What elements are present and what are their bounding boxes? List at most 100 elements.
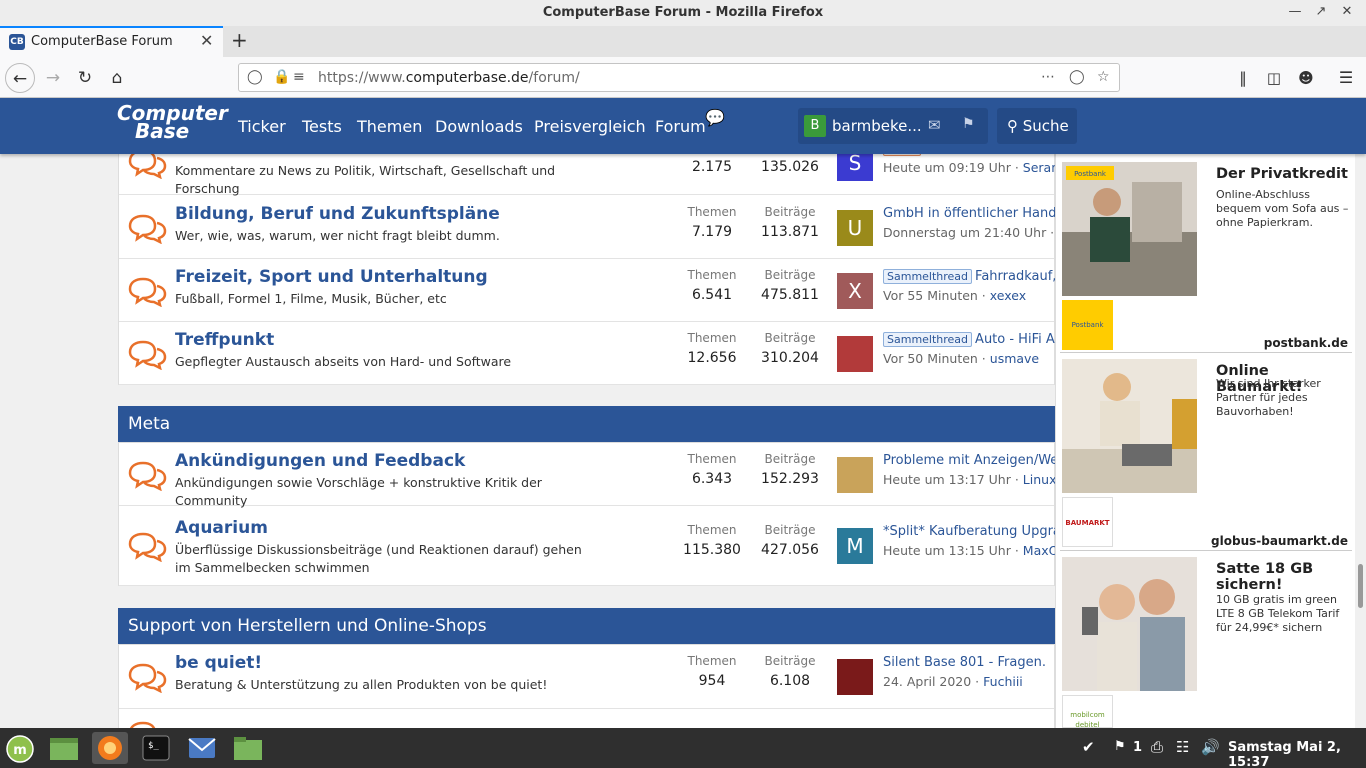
last-post-avatar[interactable]: X xyxy=(837,273,873,309)
printer-icon[interactable]: ⎙ xyxy=(1151,738,1163,756)
close-window-icon[interactable]: ✕ xyxy=(1336,0,1358,26)
nav-forum[interactable]: Forum xyxy=(655,117,706,136)
ad-postbank[interactable]: Postbank Postbank Der Privatkredit Onlin… xyxy=(1060,158,1352,353)
last-post-title-text[interactable]: *Split* Kaufberatung Upgrad... xyxy=(883,524,1055,539)
library-icon[interactable]: ‖ xyxy=(1228,63,1258,93)
last-post-time: Vor 55 Minuten · xyxy=(883,288,990,303)
forum-description: Beratung & Unterstützung zu allen Produk… xyxy=(175,677,548,692)
forum-title-link[interactable]: Treffpunkt xyxy=(175,330,274,350)
last-post-title-text[interactable]: Fahrradkauf, B... xyxy=(975,269,1055,284)
last-post-avatar[interactable]: M xyxy=(837,528,873,564)
network-icon[interactable]: ☷ xyxy=(1176,738,1189,756)
last-post-title[interactable]: Silent Base 801 - Fragen. xyxy=(883,655,1055,670)
last-post-title[interactable]: *Split* Kaufberatung Upgrad... xyxy=(883,524,1055,539)
page-scrollbar[interactable] xyxy=(1355,154,1366,728)
ad-globus-baumarkt[interactable]: BAUMARKT Online Baumarkt! Wir sind Ihr s… xyxy=(1060,355,1352,551)
favicon-icon: CB xyxy=(9,34,25,50)
forum-title-link[interactable]: be quiet! xyxy=(175,653,262,673)
nav-themen[interactable]: Themen xyxy=(357,117,422,136)
forum-bubble-icon xyxy=(127,663,167,694)
shield-check-icon[interactable]: ✔ xyxy=(1082,738,1095,756)
forum-list-top: News zu Politik und GesellschaftKommenta… xyxy=(118,139,1055,385)
beitraege-count: 427.056 xyxy=(761,542,819,558)
account-icon[interactable]: ☻ xyxy=(1291,63,1321,93)
last-post-title-text[interactable]: Probleme mit Anzeigen/Wer... xyxy=(883,453,1055,468)
volume-icon[interactable]: 🔊 xyxy=(1201,738,1220,756)
inbox-icon[interactable]: ✉ xyxy=(928,116,941,134)
minimize-icon[interactable]: — xyxy=(1284,0,1306,26)
ad-image-baumarkt xyxy=(1062,359,1197,493)
last-post-title-text[interactable]: GmbH in öffentlicher Hand - ... xyxy=(883,206,1055,221)
ad-mobilcom[interactable]: mobilcom debitel Satte 18 GB sichern! 10… xyxy=(1060,553,1352,729)
firefox-taskbar-icon[interactable] xyxy=(92,732,128,764)
notification-icon[interactable]: ⚑ xyxy=(1114,739,1126,754)
computerbase-logo[interactable]: Computer Base xyxy=(117,103,228,148)
forum-bubble-icon xyxy=(127,532,167,563)
mobilcom-logo: mobilcom debitel xyxy=(1062,695,1113,729)
forum-title-link[interactable]: Aquarium xyxy=(175,518,268,538)
forum-title-link[interactable]: Freizeit, Sport und Unterhaltung xyxy=(175,267,488,287)
pocket-icon[interactable]: ◯ xyxy=(1069,69,1085,85)
home-button[interactable]: ⌂ xyxy=(102,63,132,93)
last-post-avatar[interactable] xyxy=(837,659,873,695)
permissions-icon[interactable]: ≡ xyxy=(293,69,305,85)
ad-title: Der Privatkredit xyxy=(1216,166,1348,182)
file-manager-icon[interactable] xyxy=(230,732,266,764)
terminal-icon[interactable]: $_ xyxy=(138,732,174,764)
last-post-avatar[interactable] xyxy=(837,336,873,372)
url-path: /forum/ xyxy=(528,70,580,86)
nav-preisvergleich[interactable]: Preisvergleich xyxy=(534,117,646,136)
mail-client-icon[interactable] xyxy=(184,732,220,764)
last-post-user[interactable]: xexex xyxy=(990,288,1026,303)
forum-row: Bildung, Beruf und Zukunftspläne Wer, wie… xyxy=(119,196,1055,259)
nav-ticker[interactable]: Ticker xyxy=(238,117,286,136)
forum-title-link[interactable]: Bildung, Beruf und Zukunftspläne xyxy=(175,204,500,224)
forum-row: Freizeit, Sport und Unterhaltung Fußball,… xyxy=(119,259,1055,322)
last-post-title-text[interactable]: Auto - HiFi Alle... xyxy=(975,332,1055,347)
menu-icon[interactable]: ☰ xyxy=(1331,63,1361,93)
beitraege-count: 113.871 xyxy=(761,224,819,240)
last-post-user[interactable]: Fuchiii xyxy=(983,674,1023,689)
last-post-user[interactable]: usmave xyxy=(990,351,1039,366)
back-button[interactable]: ← xyxy=(5,63,35,93)
new-tab-icon[interactable]: + xyxy=(231,28,248,52)
lock-icon[interactable]: 🔒 xyxy=(273,69,290,85)
forum-description: Gepflegter Austausch abseits von Hard- u… xyxy=(175,354,512,369)
last-post-title[interactable]: Probleme mit Anzeigen/Wer... xyxy=(883,453,1055,468)
url-bar[interactable]: ◯ 🔒 ≡ https://www.computerbase.de/forum/… xyxy=(238,63,1120,92)
search-button[interactable]: ⚲ Suche xyxy=(997,108,1077,144)
svg-text:Postbank: Postbank xyxy=(1074,170,1107,178)
scrollbar-thumb[interactable] xyxy=(1358,564,1363,608)
notifications-bell-icon[interactable]: ⚑ xyxy=(962,116,975,132)
beitraege-count: 135.026 xyxy=(761,159,819,175)
last-post-title[interactable]: GmbH in öffentlicher Hand - ... xyxy=(883,206,1055,221)
mint-menu-icon[interactable]: m xyxy=(2,732,38,764)
user-menu[interactable]: B barmbeke... ✉ ⚑ xyxy=(798,108,988,144)
themen-count: 7.179 xyxy=(691,224,733,240)
forward-button[interactable]: → xyxy=(38,63,68,93)
tab-computerbase[interactable]: CB ComputerBase Forum ✕ xyxy=(0,26,223,57)
restore-icon[interactable]: ↗ xyxy=(1310,0,1332,26)
last-post-user[interactable]: Linuxfre xyxy=(1023,472,1055,487)
last-post-avatar[interactable] xyxy=(837,457,873,493)
nav-tests[interactable]: Tests xyxy=(302,117,342,136)
last-post-avatar[interactable]: U xyxy=(837,210,873,246)
forum-row: Ankündigungen und Feedback Ankündigungen … xyxy=(119,443,1055,508)
last-post-user[interactable]: MaxOrc xyxy=(1023,543,1055,558)
last-post-title[interactable]: SammelthreadFahrradkauf, B... xyxy=(883,269,1055,284)
last-post-title-text[interactable]: Silent Base 801 - Fragen. xyxy=(883,655,1046,670)
show-desktop-icon[interactable] xyxy=(46,732,82,764)
tab-close-icon[interactable]: ✕ xyxy=(200,31,213,50)
clock[interactable]: Samstag Mai 2, 15:37 xyxy=(1228,740,1366,768)
url-text[interactable]: https://www.computerbase.de/forum/ xyxy=(318,70,580,86)
sidebar-icon[interactable]: ◫ xyxy=(1259,63,1289,93)
forum-title-link[interactable]: Ankündigungen und Feedback xyxy=(175,451,465,471)
nav-downloads[interactable]: Downloads xyxy=(435,117,523,136)
last-post-title[interactable]: SammelthreadAuto - HiFi Alle... xyxy=(883,332,1055,347)
page-actions-icon[interactable]: ⋯ xyxy=(1041,69,1055,85)
last-post-user[interactable]: Serana xyxy=(1023,160,1055,175)
bookmark-star-icon[interactable]: ☆ xyxy=(1097,69,1110,85)
tracking-protection-icon[interactable]: ◯ xyxy=(247,69,263,85)
reload-button[interactable]: ↻ xyxy=(70,63,100,93)
ad-domain: globus-baumarkt.de xyxy=(1211,534,1348,548)
